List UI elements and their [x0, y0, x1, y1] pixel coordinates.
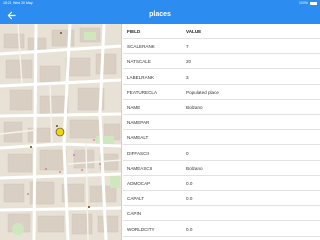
field-value: 3 — [186, 74, 189, 80]
field-value: 20 — [186, 59, 192, 65]
map-view[interactable] — [0, 24, 122, 240]
field-value: Bolzano — [186, 105, 203, 110]
column-header-field: FIELD — [127, 29, 141, 34]
field-value: 0 — [186, 150, 189, 156]
field-name: CAPIN — [127, 211, 142, 217]
table-row[interactable]: ADMOCAP 0.0 — [123, 176, 320, 191]
table-row[interactable]: NATSCALE 20 — [123, 54, 320, 70]
field-value: 0.0 — [186, 181, 193, 186]
battery-icon — [310, 1, 317, 5]
field-name: WORLDCITY — [127, 226, 155, 232]
table-row[interactable]: SCALERANK 7 — [123, 39, 320, 55]
nav-bar: places — [0, 6, 320, 24]
field-value: 0.0 — [186, 226, 193, 232]
back-arrow-icon[interactable] — [5, 9, 17, 21]
table-row[interactable]: NAMEPAR — [123, 115, 320, 131]
table-row[interactable]: CAPIN — [123, 206, 320, 222]
field-name: LABELRANK — [127, 74, 155, 80]
table-row[interactable]: NAME Bolzano — [123, 100, 320, 115]
field-value: Populated place — [186, 89, 219, 95]
table-row[interactable]: NAMEALT — [123, 130, 320, 146]
page-title: places — [149, 11, 171, 18]
field-name: CAPALT — [127, 196, 145, 202]
column-header-value: VALUE — [186, 29, 202, 34]
table-row[interactable]: DIFFASCII 0 — [123, 146, 320, 161]
field-value: 0.0 — [186, 196, 193, 202]
field-name: NATSCALE — [127, 59, 151, 65]
location-marker-icon[interactable] — [55, 127, 65, 137]
field-name: SCALERANK — [127, 44, 155, 50]
field-name: NAME — [127, 105, 141, 110]
table-row[interactable]: WORLDCITY 0.0 — [123, 222, 320, 237]
field-value: 7 — [186, 44, 189, 50]
field-name: DIFFASCII — [127, 150, 149, 156]
field-name: FEATURECLA — [127, 89, 158, 95]
field-value: Bolzano — [186, 165, 203, 171]
table-row[interactable]: NAMEASCII Bolzano — [123, 161, 320, 176]
map-canvas[interactable] — [0, 24, 122, 240]
field-name: ADMOCAP — [127, 181, 151, 186]
table-row[interactable]: FEATURECLA Populated place — [123, 85, 320, 100]
field-name: NAMEPAR — [127, 120, 150, 126]
attribute-table: FIELD VALUE SCALERANK 7 NATSCALE 20 LABELRANK 3… — [123, 24, 320, 240]
table-row[interactable]: CAPALT 0.0 — [123, 191, 320, 207]
field-name: NAMEALT — [127, 135, 149, 141]
field-name: NAMEASCII — [127, 165, 153, 171]
table-row[interactable]: LABELRANK 3 — [123, 70, 320, 85]
table-header: FIELD VALUE — [123, 24, 320, 39]
